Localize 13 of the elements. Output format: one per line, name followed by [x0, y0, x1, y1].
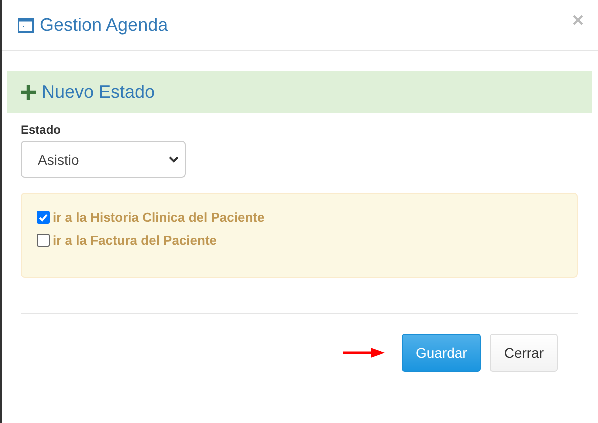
window-title: Gestion Agenda [40, 14, 170, 36]
pointer-arrow [342, 348, 385, 358]
section-title: Nuevo Estado [42, 82, 156, 102]
estado-dropdown[interactable]: Asistio [21, 141, 186, 178]
close-dialog-button[interactable]: Cerrar [490, 334, 558, 372]
plus-icon [21, 84, 36, 100]
checkbox[interactable] [37, 234, 50, 247]
calendar-icon [18, 18, 34, 32]
checkbox[interactable] [37, 211, 50, 224]
field-label: Estado [21, 123, 62, 137]
chevron-icon [169, 156, 179, 163]
option-label: ir a la Historia Clinica del Paciente [53, 210, 265, 225]
option-label: ir a la Factura del Paciente [53, 233, 218, 248]
